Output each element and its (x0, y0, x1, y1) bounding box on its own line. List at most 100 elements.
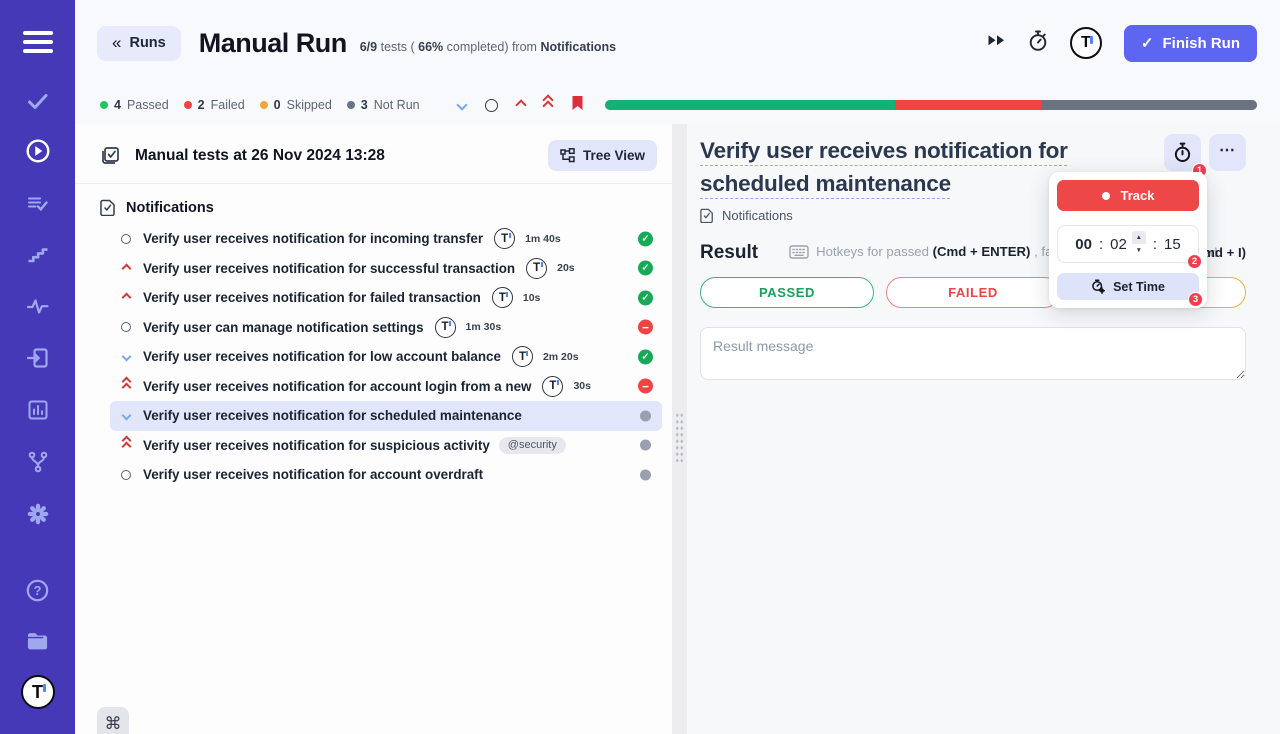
status-passed-icon: ✓ (638, 260, 653, 276)
breadcrumb-label: Notifications (722, 208, 793, 224)
progress-notrun-segment (1040, 100, 1257, 110)
priority-critical-icon (120, 436, 132, 452)
failed-legend: 2 Failed (183, 98, 245, 112)
projects-folder-icon[interactable] (0, 629, 75, 653)
hours-value[interactable]: 00 (1075, 236, 1092, 253)
steps-icon[interactable] (0, 243, 75, 267)
test-title: Verify user can manage notification sett… (143, 319, 424, 335)
branches-icon[interactable] (0, 450, 75, 474)
run-progress-bar (605, 100, 1257, 110)
skipped-legend: 0 Skipped (259, 98, 332, 112)
test-row-selected[interactable]: Verify user receives notification for sc… (110, 401, 662, 431)
test-duration: 1m 30s (465, 321, 502, 334)
more-options-button[interactable]: ⋯ (1209, 134, 1246, 171)
test-logo-icon: T (542, 375, 564, 397)
tree-view-icon (560, 148, 575, 163)
sidebar: ? T (0, 0, 75, 734)
app-root: ? T « Runs Manual Run 6/9 tests ( 66% co… (0, 0, 1280, 734)
command-shortcut-button[interactable]: ⌘ (97, 707, 129, 734)
set-time-button[interactable]: Set Time 3 (1057, 273, 1203, 307)
status-notrun-icon (640, 469, 651, 481)
track-button[interactable]: Track (1057, 180, 1199, 211)
priority-filters (455, 94, 584, 116)
tree-view-button[interactable]: Tree View (547, 140, 657, 171)
test-rows: Verify user receives notification for in… (75, 224, 672, 490)
breadcrumb-document-icon (700, 208, 713, 224)
priority-normal-icon (120, 322, 132, 333)
record-dot-icon (1101, 191, 1110, 200)
runs-play-icon[interactable] (0, 139, 75, 163)
divider (75, 183, 672, 184)
test-row[interactable]: Verify user receives notification for lo… (110, 342, 662, 372)
priority-normal-icon (120, 233, 132, 244)
test-duration: 20s (557, 262, 575, 275)
critical-priority-filter-icon[interactable] (541, 94, 554, 112)
logo-icon: T (20, 675, 55, 709)
test-row[interactable]: Verify user can manage notification sett… (110, 313, 662, 343)
test-logo-icon: T (491, 287, 513, 309)
back-chevrons-icon: « (112, 33, 122, 52)
run-title-row: Manual tests at 26 Nov 2024 13:28 Tree V… (75, 124, 672, 183)
test-title: Verify user receives notification for ac… (143, 467, 484, 483)
status-failed-icon: − (638, 378, 653, 394)
stopwatch-icon[interactable] (1028, 30, 1048, 57)
help-icon[interactable]: ? (0, 578, 75, 602)
test-row[interactable]: Verify user receives notification for ac… (110, 460, 662, 490)
track-label: Track (1120, 188, 1155, 203)
failed-button[interactable]: FAILED (886, 277, 1060, 309)
import-icon[interactable] (0, 346, 75, 370)
stopwatch-icon (1174, 142, 1191, 163)
app-logo[interactable]: T (0, 675, 75, 709)
checklist-icon (102, 147, 119, 164)
test-duration: 1m 40s (525, 232, 561, 245)
seconds-value[interactable]: 15 (1164, 236, 1181, 253)
tree-view-label: Tree View (582, 148, 645, 163)
progress-passed-segment (605, 100, 896, 110)
progress-failed-segment (895, 100, 1041, 110)
set-time-label: Set Time (1113, 279, 1165, 294)
test-tag: @security (498, 436, 566, 454)
test-row[interactable]: Verify user receives notification for ac… (110, 372, 662, 402)
time-input[interactable]: 00 : 02 ▲ ▼ : 15 2 (1057, 225, 1202, 269)
notrun-dot-icon (346, 101, 355, 109)
status-passed-icon: ✓ (638, 290, 653, 306)
passed-button[interactable]: PASSED (700, 277, 874, 309)
grip-dots-icon (675, 412, 684, 462)
test-detail-panel: Verify user receives notification for sc… (687, 124, 1280, 734)
test-row[interactable]: Verify user receives notification for in… (110, 224, 662, 254)
test-row[interactable]: Verify user receives notification for su… (110, 254, 662, 284)
fast-forward-icon[interactable] (987, 34, 1006, 52)
back-to-runs-button[interactable]: « Runs (97, 25, 181, 61)
stepper-down-icon[interactable]: ▼ (1132, 244, 1146, 257)
tasks-check-icon[interactable] (0, 89, 75, 113)
suite-header[interactable]: Notifications (100, 199, 672, 216)
minutes-stepper[interactable]: ▲ ▼ (1131, 231, 1146, 257)
settings-gear-icon[interactable] (0, 502, 75, 526)
result-message-input[interactable] (700, 327, 1246, 381)
bookmark-filter-icon[interactable] (571, 95, 584, 116)
test-row[interactable]: Verify user receives notification for su… (110, 431, 662, 461)
test-row[interactable]: Verify user receives notification for fa… (110, 283, 662, 313)
command-icon: ⌘ (104, 714, 122, 733)
priority-low-icon (120, 410, 132, 421)
time-badge: 2 (1187, 254, 1202, 269)
stepper-up-icon[interactable]: ▲ (1131, 231, 1146, 244)
test-list-panel: Manual tests at 26 Nov 2024 13:28 Tree V… (75, 124, 672, 734)
panel-resize-handle[interactable] (672, 124, 687, 734)
test-title: Verify user receives notification for in… (143, 231, 484, 247)
test-plans-icon[interactable] (0, 192, 75, 216)
finish-run-button[interactable]: ✓ Finish Run (1123, 24, 1257, 62)
analytics-icon[interactable] (0, 398, 75, 422)
minutes-value[interactable]: 02 (1110, 236, 1127, 253)
menu-icon[interactable] (0, 30, 75, 54)
test-title: Verify user receives notification for su… (143, 437, 490, 453)
status-notrun-icon (640, 410, 651, 422)
activity-icon[interactable] (0, 295, 75, 319)
low-priority-filter-icon[interactable] (455, 99, 468, 111)
timer-button[interactable]: 1 (1164, 134, 1207, 178)
account-logo-icon[interactable]: T (1069, 27, 1102, 59)
passed-legend: 4 Passed (100, 98, 169, 112)
high-priority-filter-icon[interactable] (514, 99, 527, 111)
normal-priority-filter-icon[interactable] (484, 98, 498, 112)
failed-dot-icon (183, 101, 192, 109)
